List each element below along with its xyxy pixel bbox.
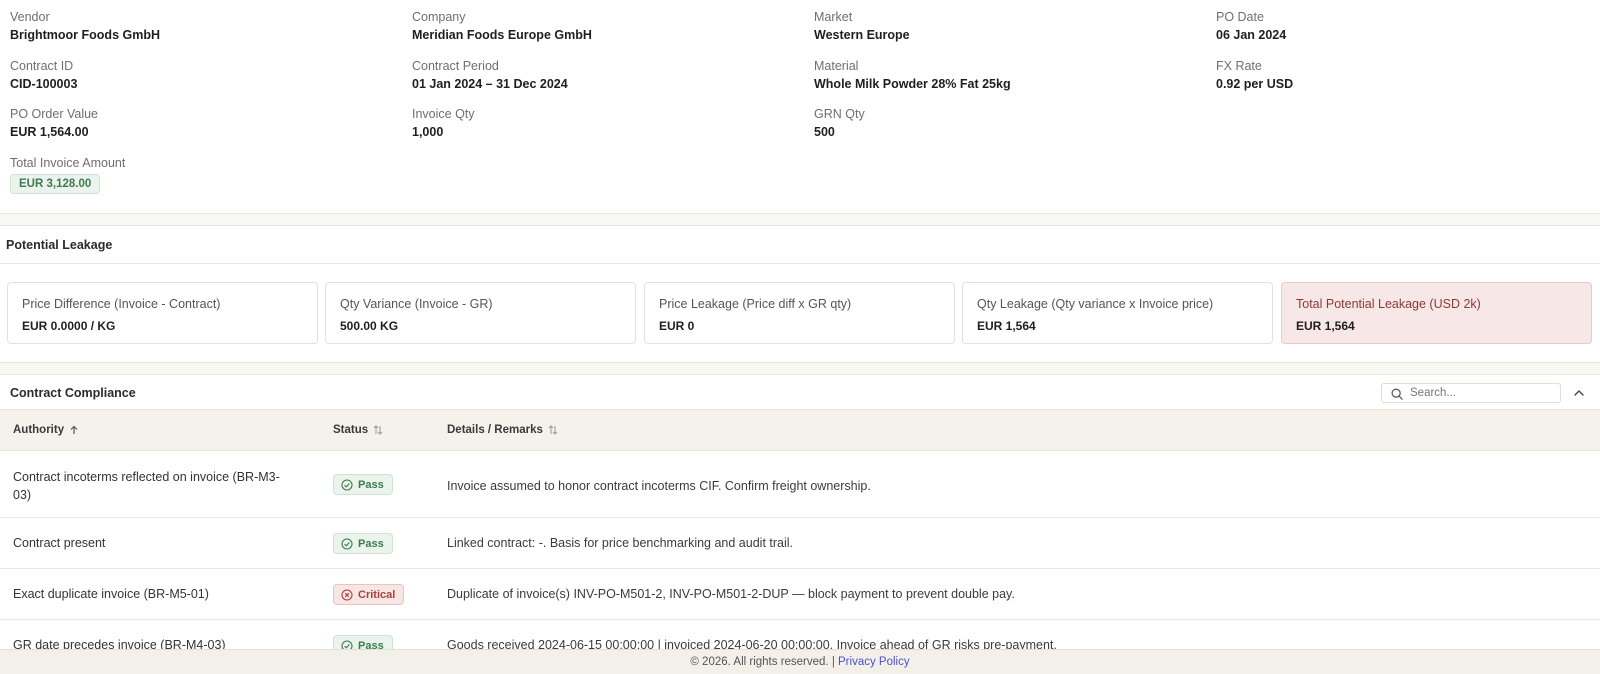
page-footer: © 2026. All rights reserved. | Privacy P… [0,649,1600,674]
leak-card-qty-variance: Qty Variance (Invoice - GR) 500.00 KG [325,282,636,344]
po-order-value-field: PO Order Value EUR 1,564.00 [10,106,390,140]
status-badge: Critical [333,584,405,605]
field-value: 0.92 per USD [1216,77,1294,91]
field-value: 500 [814,125,835,139]
field-value: 06 Jan 2024 [1216,28,1287,42]
leak-card-label: Qty Variance (Invoice - GR) [340,297,493,311]
total-invoice-amount-field: Total Invoice Amount EUR 3,128.00 [10,155,390,194]
compliance-search[interactable] [1381,383,1561,403]
invoice-qty-field: Invoice Qty 1,000 [412,106,792,140]
total-invoice-amount-badge: EUR 3,128.00 [10,174,101,194]
check-circle-icon [341,537,353,550]
field-label: Vendor [10,10,50,24]
status-badge: Pass [333,533,393,554]
field-value: 1,000 [412,125,444,139]
potential-leakage-title: Potential Leakage [6,238,113,252]
check-circle-icon [341,478,353,491]
sort-both-icon [373,425,383,435]
leak-card-value: 500.00 KG [340,319,399,333]
company-field: Company Meridian Foods Europe GmbH [412,9,792,43]
leak-card-price-difference: Price Difference (Invoice - Contract) EU… [7,282,318,344]
leak-card-label: Total Potential Leakage (USD 2k) [1296,297,1481,311]
leak-card-total-potential-leakage: Total Potential Leakage (USD 2k) EUR 1,5… [1281,282,1592,344]
field-label: PO Order Value [10,107,99,121]
sort-ascending-icon [70,425,78,434]
grn-qty-field: GRN Qty 500 [814,106,1194,140]
status-label: Pass [358,478,384,491]
privacy-policy-link[interactable]: Privacy Policy [838,656,910,668]
leak-card-value: EUR 1,564 [977,319,1036,333]
table-row: Exact duplicate invoice (BR-M5-01) Criti… [0,569,1600,620]
compliance-table-header: Authority Status Details / Remarks [0,409,1600,451]
material-field: Material Whole Milk Powder 28% Fat 25kg [814,58,1194,92]
field-value: EUR 1,564.00 [10,125,89,139]
field-value: Western Europe [814,28,910,42]
po-details-panel: Vendor Brightmoor Foods GmbH Company Mer… [0,0,1600,213]
column-header-label: Details / Remarks [447,424,543,436]
column-header-details[interactable]: Details / Remarks [447,424,558,436]
details-cell: Duplicate of invoice(s) INV-PO-M501-2, I… [447,587,1015,601]
field-label: GRN Qty [814,107,865,121]
field-value: CID-100003 [10,77,78,91]
field-value: Meridian Foods Europe GmbH [412,28,592,42]
field-label: Company [412,10,466,24]
leak-card-label: Price Difference (Invoice - Contract) [22,297,221,311]
leak-card-label: Qty Leakage (Qty variance x Invoice pric… [977,297,1214,311]
leak-card-value: EUR 0 [659,319,695,333]
authority-cell: Contract present [13,536,106,550]
field-label: Market [814,10,853,24]
field-label: FX Rate [1216,59,1262,73]
chevron-up-icon[interactable] [1571,385,1587,401]
leak-card-label: Price Leakage (Price diff x GR qty) [659,297,852,311]
column-header-label: Authority [13,424,65,436]
leakage-header-divider [0,263,1600,264]
field-label: Contract ID [10,59,74,73]
copyright-text: © 2026. All rights reserved. | [690,656,835,668]
leak-card-value: EUR 1,564 [1296,319,1355,333]
field-value: Brightmoor Foods GmbH [10,28,160,42]
section-divider [0,362,1600,375]
column-header-label: Status [333,424,369,436]
field-value: Whole Milk Powder 28% Fat 25kg [814,77,1011,91]
market-field: Market Western Europe [814,9,1194,43]
field-label: PO Date [1216,10,1264,24]
column-header-status[interactable]: Status [333,424,383,436]
details-cell: Linked contract: -. Basis for price benc… [447,536,794,550]
contract-compliance-title: Contract Compliance [10,386,136,400]
search-input[interactable] [1410,385,1556,401]
section-divider [0,213,1600,226]
search-icon [1391,388,1403,400]
status-label: Critical [358,588,396,601]
table-row: Contract present Pass Linked contract: -… [0,518,1600,569]
fx-rate-field: FX Rate 0.92 per USD [1216,58,1596,92]
leak-card-value: EUR 0.0000 / KG [22,319,116,333]
x-circle-icon [341,588,353,601]
field-label: Total Invoice Amount [10,156,126,170]
leak-card-price-leakage: Price Leakage (Price diff x GR qty) EUR … [644,282,955,344]
field-label: Material [814,59,859,73]
authority-cell: Contract incoterms reflected on invoice … [13,470,280,502]
authority-cell: Exact duplicate invoice (BR-M5-01) [13,587,209,601]
contract-period-field: Contract Period 01 Jan 2024 – 31 Dec 202… [412,58,792,92]
leak-card-qty-leakage: Qty Leakage (Qty variance x Invoice pric… [962,282,1273,344]
table-row: Contract incoterms reflected on invoice … [0,451,1600,518]
field-value: 01 Jan 2024 – 31 Dec 2024 [412,77,568,91]
sort-both-icon [548,425,558,435]
status-label: Pass [358,537,384,550]
column-header-authority[interactable]: Authority [13,424,79,436]
vendor-field: Vendor Brightmoor Foods GmbH [10,9,390,43]
status-badge: Pass [333,474,393,495]
field-label: Contract Period [412,59,499,73]
details-cell: Invoice assumed to honor contract incote… [447,479,871,493]
contract-id-field: Contract ID CID-100003 [10,58,390,92]
field-label: Invoice Qty [412,107,475,121]
po-date-field: PO Date 06 Jan 2024 [1216,9,1596,43]
